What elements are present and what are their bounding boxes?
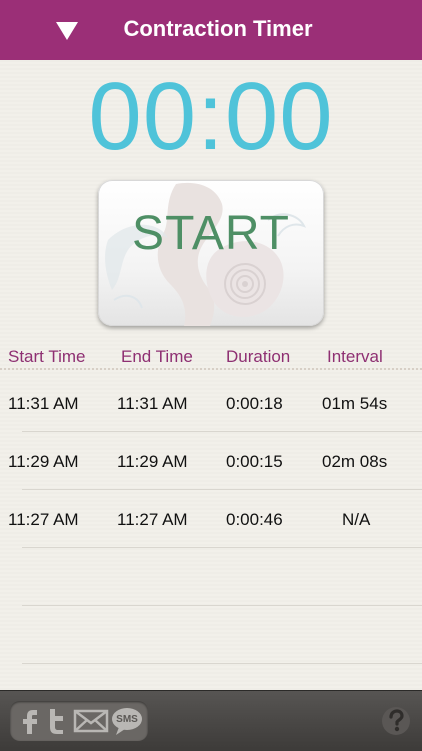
share-group: SMS (10, 701, 148, 741)
row-interval: 01m 54s (322, 394, 388, 413)
table-header: Start Time End Time Duration Interval (0, 345, 422, 369)
table-row[interactable]: 11:31 AM 11:31 AM 0:00:18 01m 54s (0, 370, 422, 428)
row-duration: 0:00:46 (226, 510, 283, 529)
sms-icon-label: SMS (116, 714, 138, 725)
row-duration: 0:00:18 (226, 394, 283, 413)
table-row[interactable]: 11:27 AM 11:27 AM 0:00:46 N/A (0, 486, 422, 544)
row-start-time: 11:27 AM (8, 510, 79, 529)
page-title: Contraction Timer (123, 16, 313, 41)
twitter-icon[interactable] (42, 705, 70, 737)
row-start-time: 11:31 AM (8, 394, 79, 413)
row-divider (22, 663, 422, 664)
row-interval: N/A (342, 510, 371, 529)
row-end-time: 11:27 AM (117, 510, 188, 529)
start-button[interactable]: START (98, 180, 324, 326)
row-end-time: 11:29 AM (117, 452, 188, 471)
timer-display: 00:00 (88, 63, 334, 170)
row-end-time: 11:31 AM (117, 394, 188, 413)
sms-icon[interactable]: SMS (110, 705, 144, 737)
column-header-start-time: Start Time (8, 347, 86, 366)
row-divider (22, 547, 422, 548)
column-header-duration: Duration (226, 347, 291, 366)
footer-toolbar: SMS (0, 690, 422, 751)
header-bar: Contraction Timer (0, 0, 422, 60)
column-header-interval: Interval (327, 347, 383, 366)
row-duration: 0:00:15 (226, 452, 283, 471)
column-header-end-time: End Time (121, 347, 193, 366)
help-icon[interactable] (380, 705, 412, 737)
row-interval: 02m 08s (322, 452, 388, 471)
row-start-time: 11:29 AM (8, 452, 79, 471)
email-icon[interactable] (72, 705, 110, 737)
table-row[interactable]: 11:29 AM 11:29 AM 0:00:15 02m 08s (0, 428, 422, 486)
start-button-label: START (132, 207, 290, 260)
row-divider (22, 605, 422, 606)
